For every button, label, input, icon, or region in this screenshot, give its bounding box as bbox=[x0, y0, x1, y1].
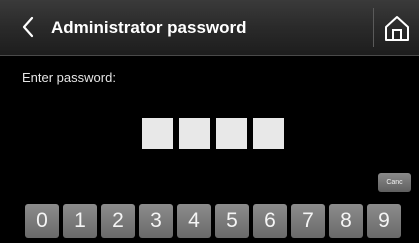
pin-digit-box bbox=[253, 118, 284, 149]
password-prompt: Enter password: bbox=[22, 70, 116, 85]
key-7[interactable]: 7 bbox=[291, 204, 325, 238]
key-1[interactable]: 1 bbox=[63, 204, 97, 238]
key-9[interactable]: 9 bbox=[367, 204, 401, 238]
key-8[interactable]: 8 bbox=[329, 204, 363, 238]
pin-digit-box bbox=[142, 118, 173, 149]
pin-digit-box bbox=[179, 118, 210, 149]
pin-field bbox=[142, 118, 284, 149]
header-bar: Administrator password bbox=[0, 0, 419, 56]
key-0[interactable]: 0 bbox=[25, 204, 59, 238]
chevron-left-icon bbox=[22, 16, 34, 38]
key-6[interactable]: 6 bbox=[253, 204, 287, 238]
key-2[interactable]: 2 bbox=[101, 204, 135, 238]
key-5[interactable]: 5 bbox=[215, 204, 249, 238]
header-divider bbox=[373, 8, 374, 47]
home-icon bbox=[385, 15, 409, 41]
numeric-keypad: 0 1 2 3 4 5 6 7 8 9 bbox=[25, 204, 401, 238]
key-4[interactable]: 4 bbox=[177, 204, 211, 238]
page-title: Administrator password bbox=[51, 18, 247, 37]
cancel-button[interactable]: Canc bbox=[378, 173, 411, 192]
pin-digit-box bbox=[216, 118, 247, 149]
back-button[interactable] bbox=[18, 12, 38, 42]
home-button[interactable] bbox=[380, 8, 414, 47]
key-3[interactable]: 3 bbox=[139, 204, 173, 238]
